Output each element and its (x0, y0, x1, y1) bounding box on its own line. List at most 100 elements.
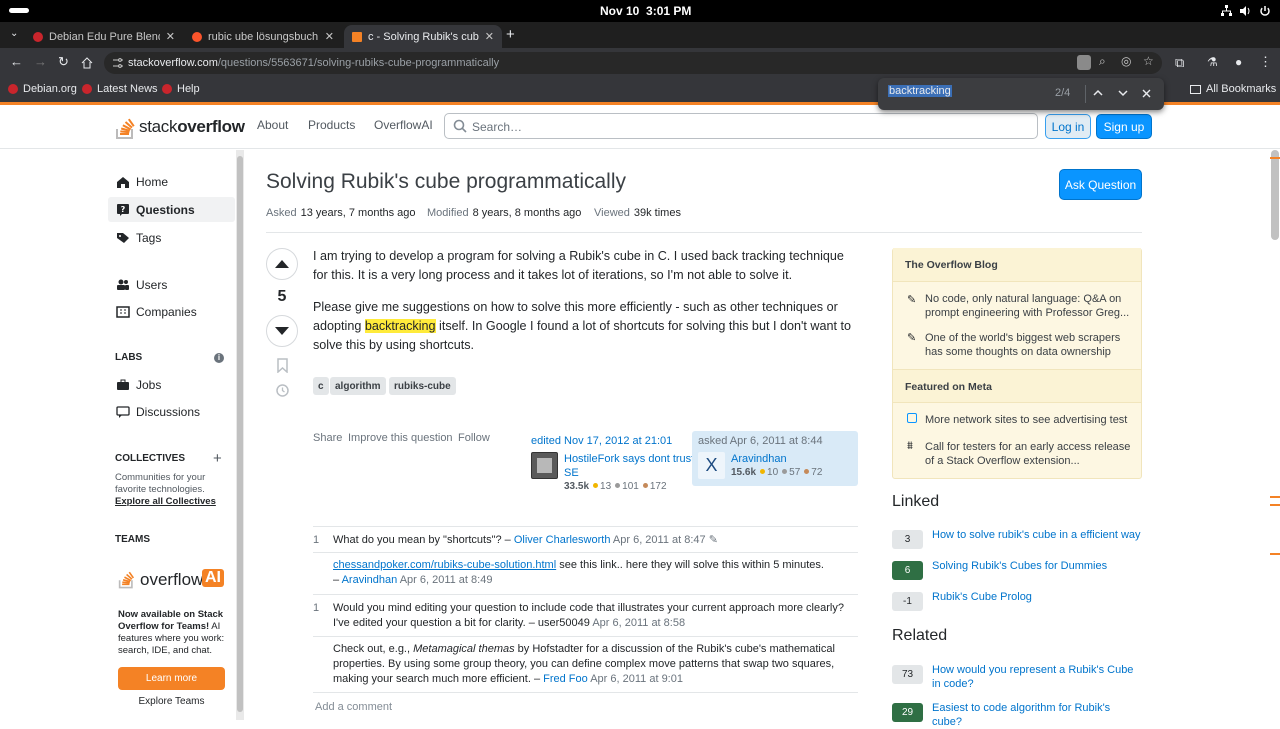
edit-pencil-icon: ✎ (708, 534, 718, 546)
related-question-link[interactable]: How would you represent a Rubik's Cube i… (932, 663, 1142, 691)
comment-external-link[interactable]: chessandpoker.com/rubiks-cube-solution.h… (333, 559, 556, 571)
find-close-icon[interactable] (1142, 89, 1151, 98)
nav-about[interactable]: About (257, 118, 288, 132)
login-button[interactable]: Log in (1045, 114, 1091, 139)
vote-count: 5 (277, 288, 287, 305)
add-collective-icon[interactable]: + (213, 450, 222, 467)
tab-stackoverflow[interactable]: c - Solving Rubik's cube p ✕ (344, 25, 502, 48)
bookmark-latest-news[interactable]: Latest News (82, 83, 158, 95)
close-tab-icon[interactable]: ✕ (485, 30, 494, 43)
home-icon[interactable] (81, 57, 93, 69)
new-tab-icon[interactable]: + (506, 26, 515, 43)
all-bookmarks[interactable]: All Bookmarks (1190, 83, 1276, 95)
comment-user-link[interactable]: Aravindhan (342, 574, 398, 586)
blog-item[interactable]: One of the world's biggest web scrapers … (925, 331, 1137, 359)
activities-indicator[interactable] (9, 8, 29, 13)
bookmark-star-icon[interactable]: ☆ (1143, 54, 1154, 68)
ask-question-button[interactable]: Ask Question (1059, 169, 1142, 200)
find-next-icon[interactable] (1118, 89, 1128, 97)
nav-overflowai[interactable]: OverflowAI (374, 118, 433, 132)
url-text[interactable]: stackoverflow.com/questions/5563671/solv… (128, 57, 499, 69)
close-tab-icon[interactable]: ✕ (325, 30, 334, 43)
close-tab-icon[interactable]: ✕ (166, 30, 175, 43)
asked-info: Asked 13 years, 7 months ago (266, 207, 416, 219)
related-question-link[interactable]: Easiest to code algorithm for Rubik's cu… (932, 701, 1142, 729)
learn-more-button[interactable]: Learn more (118, 667, 225, 690)
debian-favicon-icon (33, 31, 43, 42)
meta-item[interactable]: More network sites to see advertising te… (925, 413, 1137, 427)
history-icon[interactable] (275, 383, 290, 398)
bookmark-debian[interactable]: Debian.org (8, 83, 77, 95)
share-link[interactable]: Share (313, 432, 342, 444)
linked-score: 6 (892, 561, 923, 580)
linked-score: 3 (892, 530, 923, 549)
power-icon (1260, 6, 1270, 16)
editor-name[interactable]: HostileFork says dont trust SE (564, 452, 704, 480)
tag-algorithm[interactable]: algorithm (330, 377, 386, 395)
question-title[interactable]: Solving Rubik's cube programmatically (266, 170, 626, 194)
improve-question-link[interactable]: Improve this question (348, 432, 453, 444)
sidebar-item-questions[interactable]: ? Questions (108, 197, 235, 222)
reader-mode-icon[interactable] (1077, 55, 1091, 70)
page-scrollbar-thumb[interactable] (1271, 150, 1279, 240)
find-highlight: backtracking (364, 319, 436, 333)
follow-link[interactable]: Follow (458, 432, 490, 444)
linked-question-link[interactable]: Rubik's Cube Prolog (932, 590, 1142, 604)
sidebar-item-home[interactable]: Home (108, 169, 235, 194)
profile-icon[interactable]: ● (1235, 55, 1242, 69)
find-input[interactable]: backtracking (888, 85, 1048, 103)
asker-avatar[interactable]: X (698, 452, 725, 479)
upvote-button[interactable] (266, 248, 298, 280)
bookmark-icon[interactable] (277, 358, 288, 373)
labs-heading: LABS (115, 352, 143, 363)
comment-user-link[interactable]: Oliver Charlesworth (514, 534, 611, 546)
find-count: 2/4 (1055, 87, 1071, 99)
linked-question-link[interactable]: Solving Rubik's Cubes for Dummies (932, 559, 1142, 573)
tag-rubiks-cube[interactable]: rubiks-cube (389, 377, 456, 395)
tab-strip: ⌄ Debian Edu Pure Blend ✕ rubic ube lösu… (0, 22, 1280, 48)
linked-heading: Linked (892, 493, 940, 510)
tag-c[interactable]: c (313, 377, 329, 395)
omnibox[interactable]: stackoverflow.com/questions/5563671/solv… (104, 52, 1162, 74)
blog-item[interactable]: No code, only natural language: Q&A on p… (925, 292, 1137, 320)
menu-icon[interactable]: ⋮ (1259, 54, 1272, 70)
tab-rubic-search[interactable]: rubic ube lösungsbuch at ✕ (184, 25, 342, 48)
signup-button[interactable]: Sign up (1096, 114, 1152, 139)
edited-link[interactable]: edited Nov 17, 2012 at 21:01 (531, 435, 672, 447)
find-previous-icon[interactable] (1093, 89, 1103, 97)
bookmark-help[interactable]: Help (162, 83, 200, 95)
comment-divider (313, 594, 858, 595)
volume-icon (1240, 6, 1250, 16)
sidebar-item-discussions[interactable]: Discussions (108, 399, 235, 424)
comment-user-link[interactable]: Fred Foo (543, 673, 588, 685)
explore-teams-link[interactable]: Explore Teams (118, 696, 225, 707)
extensions-icon[interactable]: ⧉ (1175, 55, 1184, 71)
stack-logo-icon (116, 118, 135, 139)
sidebar-item-tags[interactable]: Tags (108, 225, 235, 250)
clock[interactable]: Nov 10 3:01 PM (600, 4, 691, 18)
tracking-protection-icon[interactable]: ◎ (1121, 54, 1131, 68)
add-comment-link[interactable]: Add a comment (315, 701, 392, 713)
sidebar-item-jobs[interactable]: Jobs (108, 372, 235, 397)
asker-name[interactable]: Aravindhan (731, 452, 871, 466)
search-input[interactable]: Search… (444, 113, 1038, 139)
site-info-icon[interactable] (112, 57, 124, 69)
zoom-icon[interactable]: ⌕ (1099, 54, 1106, 69)
sidebar-item-users[interactable]: Users (108, 272, 235, 297)
linked-question-link[interactable]: How to solve rubik's cube in a efficient… (932, 528, 1142, 542)
explore-collectives-link[interactable]: Explore all Collectives (115, 496, 216, 507)
flask-icon[interactable]: ⚗ (1207, 55, 1218, 69)
editor-avatar[interactable] (531, 452, 558, 479)
tab-debian-edu[interactable]: Debian Edu Pure Blend ✕ (25, 25, 183, 48)
nav-products[interactable]: Products (308, 118, 355, 132)
downvote-button[interactable] (266, 315, 298, 347)
forward-icon[interactable]: → (34, 54, 47, 69)
reload-icon[interactable]: ↻ (58, 54, 69, 70)
back-icon[interactable]: ← (10, 54, 23, 69)
meta-item[interactable]: Call for testers for an early access rel… (925, 440, 1137, 468)
info-icon[interactable]: i (214, 353, 224, 363)
tab-list-chevron-icon[interactable]: ⌄ (10, 28, 18, 39)
sidebar-scrollbar-thumb[interactable] (237, 156, 243, 712)
stackoverflow-logo[interactable]: stackoverflow (115, 113, 245, 141)
sidebar-item-companies[interactable]: Companies (108, 299, 235, 324)
